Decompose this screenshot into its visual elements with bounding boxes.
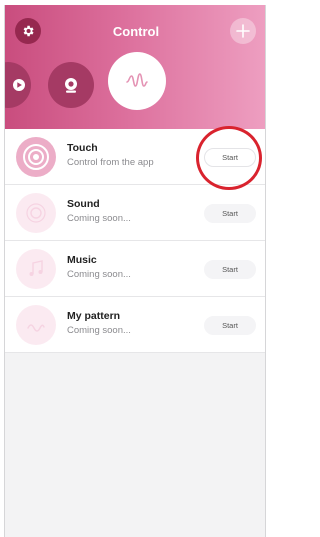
item-subtitle: Coming soon... — [67, 269, 131, 280]
page-title: Control — [112, 24, 160, 39]
start-button[interactable]: Start — [204, 148, 256, 167]
play-icon — [13, 79, 25, 91]
mode-camera-button[interactable] — [48, 62, 94, 108]
mode-play-button[interactable] — [5, 62, 31, 108]
header: Control — [5, 5, 265, 129]
item-subtitle: Coming soon... — [67, 213, 131, 224]
start-button[interactable]: Start — [204, 316, 256, 335]
wave-icon — [126, 73, 148, 87]
list-item-sound[interactable]: Sound Coming soon... Start — [5, 185, 265, 241]
item-name: Touch — [67, 142, 98, 154]
list-item-my-pattern[interactable]: My pattern Coming soon... Start — [5, 297, 265, 353]
control-screen: Control Touch Control from the app Start… — [4, 5, 266, 537]
pattern-icon — [16, 305, 56, 345]
touch-icon — [16, 137, 56, 177]
plus-icon — [236, 24, 250, 38]
item-name: My pattern — [67, 310, 121, 322]
camera-icon — [65, 78, 77, 93]
start-button[interactable]: Start — [204, 204, 256, 223]
item-name: Music — [67, 254, 97, 266]
start-button[interactable]: Start — [204, 260, 256, 279]
pattern-list: Touch Control from the app Start Sound C… — [5, 129, 265, 353]
sound-icon — [16, 193, 56, 233]
list-item-music[interactable]: Music Coming soon... Start — [5, 241, 265, 297]
mode-wave-button[interactable] — [108, 52, 166, 110]
item-subtitle: Coming soon... — [67, 325, 131, 336]
music-icon — [16, 249, 56, 289]
item-subtitle: Control from the app — [67, 157, 154, 168]
item-name: Sound — [67, 198, 100, 210]
list-item-touch[interactable]: Touch Control from the app Start — [5, 129, 265, 185]
add-button[interactable] — [230, 18, 256, 44]
